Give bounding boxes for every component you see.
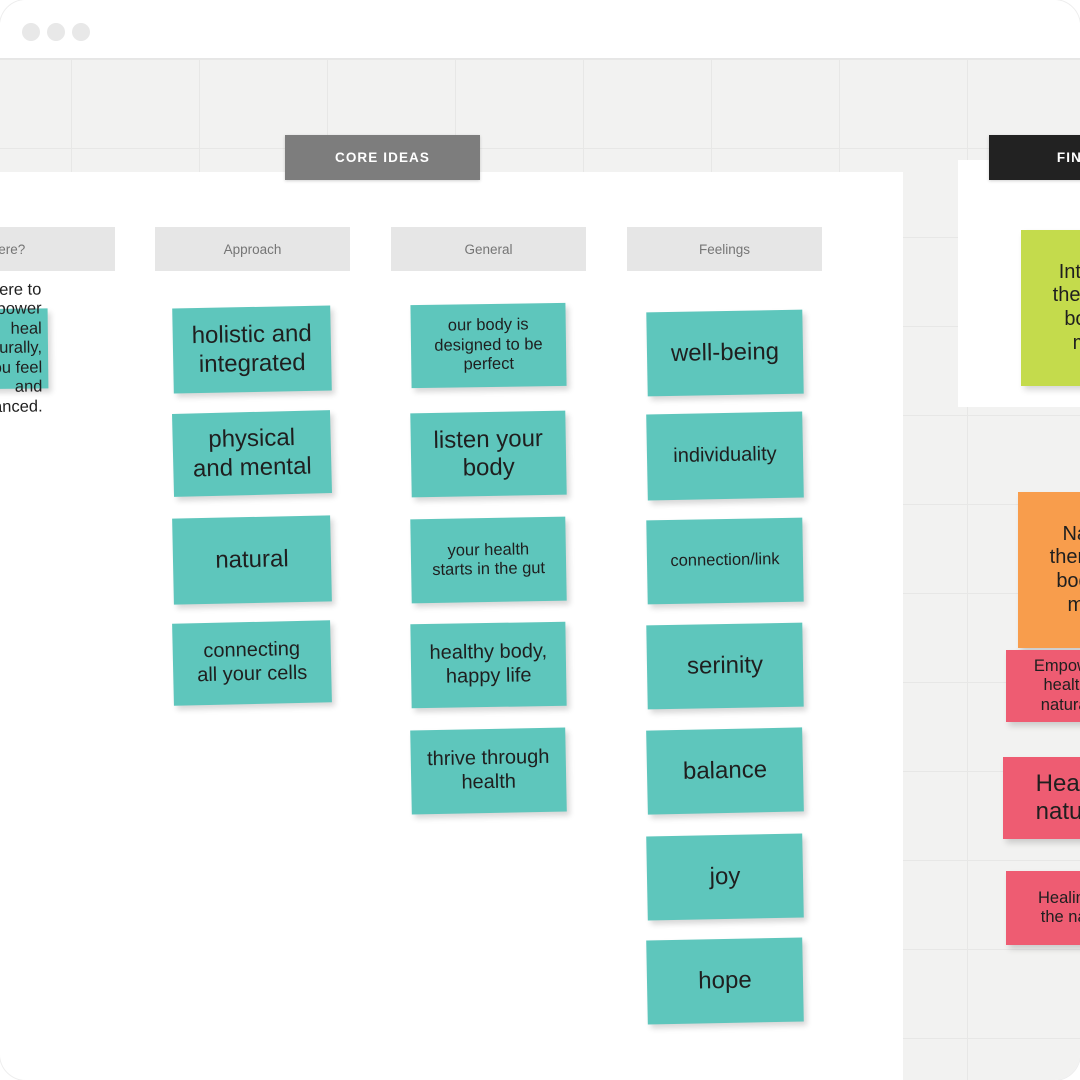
sticky-note[interactable]: healthy body, happy life [410,621,567,709]
board-tab-core-ideas-label: CORE IDEAS [334,150,430,165]
sticky-note-text: your health starts in the gut [432,539,546,579]
column-header-general-label: General [464,241,513,257]
sticky-note-text: thrive through health [426,746,550,794]
column-header-approach-label: Approach [223,241,282,257]
app-window: re we here? Approach General Feelings er… [0,0,1080,1080]
sticky-note-text: hope [698,966,752,995]
sticky-note[interactable]: Integtherapbodm [1021,230,1080,386]
sticky-note[interactable]: serinity [646,622,804,710]
sticky-note[interactable]: well-being [646,309,804,397]
sticky-note[interactable]: holistic and integrated [172,305,332,394]
sticky-note[interactable]: our body is designed to be perfect [410,302,567,389]
sticky-note-text: joy [709,862,741,891]
sticky-note-text: connecting all your cells [196,638,308,687]
board-tab-core-ideas[interactable]: CORE IDEAS [285,135,480,180]
column-header-feelings-label: Feelings [698,241,751,257]
sticky-note-text: our body is designed to be perfect [434,315,543,374]
column-header-why[interactable]: re we here? [0,227,115,271]
sticky-note-text: natural [215,545,289,574]
sticky-note[interactable]: natural [172,515,332,605]
sticky-note[interactable]: physical and mental [172,410,332,497]
sticky-note-text: Healingthe nat [1038,888,1080,926]
column-header-general[interactable]: General [391,227,586,271]
sticky-note[interactable]: thrive through health [410,727,567,815]
sticky-note-text: healthy body, happy life [429,640,548,688]
sticky-note[interactable]: Empowehealthnatural [1006,650,1080,722]
sticky-note-text: Empowehealthnatural [1033,656,1080,714]
sticky-note-text: serinity [686,651,764,680]
sticky-note[interactable]: ere to empowerheal naturally,help you fe… [0,280,49,416]
sticky-note[interactable]: hope [646,937,804,1025]
sticky-note[interactable]: your health starts in the gut [410,516,567,604]
sticky-note-text: connection/link [670,550,780,571]
sticky-note[interactable]: connecting all your cells [172,620,332,706]
minimize-dot-icon[interactable] [47,23,65,41]
sticky-note[interactable]: listen your body [410,410,567,498]
close-dot-icon[interactable] [22,23,40,41]
sticky-note-text: balance [682,755,768,785]
sticky-note[interactable]: individuality [646,411,804,501]
sticky-note[interactable]: Nattherapbodymi [1018,492,1080,648]
sticky-note-text: Nattherapbodymi [1049,522,1080,616]
sticky-note[interactable]: Healingthe nat [1006,871,1080,945]
window-titlebar [0,0,1080,59]
sticky-note[interactable]: joy [646,833,804,921]
column-header-approach[interactable]: Approach [155,227,350,271]
sticky-note-text: listen your body [433,424,544,482]
sticky-note-text: ere to empowerheal naturally,help you fe… [0,280,43,416]
sticky-note-text: Integtherapbodm [1052,260,1080,354]
sticky-note-text: individuality [673,443,777,468]
column-header-why-label: re we here? [0,241,26,257]
column-header-feelings[interactable]: Feelings [627,227,822,271]
sticky-note-text: holistic and integrated [191,320,312,378]
sticky-note-text: well-being [670,337,780,367]
board-tab-final-tagline-label: FINAL T [1056,150,1080,165]
maximize-dot-icon[interactable] [72,23,90,41]
sticky-note[interactable]: Healinatur [1003,757,1080,839]
sticky-note[interactable]: connection/link [646,517,804,605]
board-tab-final-tagline[interactable]: FINAL T [989,135,1080,180]
sticky-note-text: Healinatur [1035,769,1080,825]
sticky-note[interactable]: balance [646,727,804,815]
board-canvas[interactable]: re we here? Approach General Feelings er… [0,59,1080,1080]
sticky-note-text: physical and mental [192,424,313,482]
